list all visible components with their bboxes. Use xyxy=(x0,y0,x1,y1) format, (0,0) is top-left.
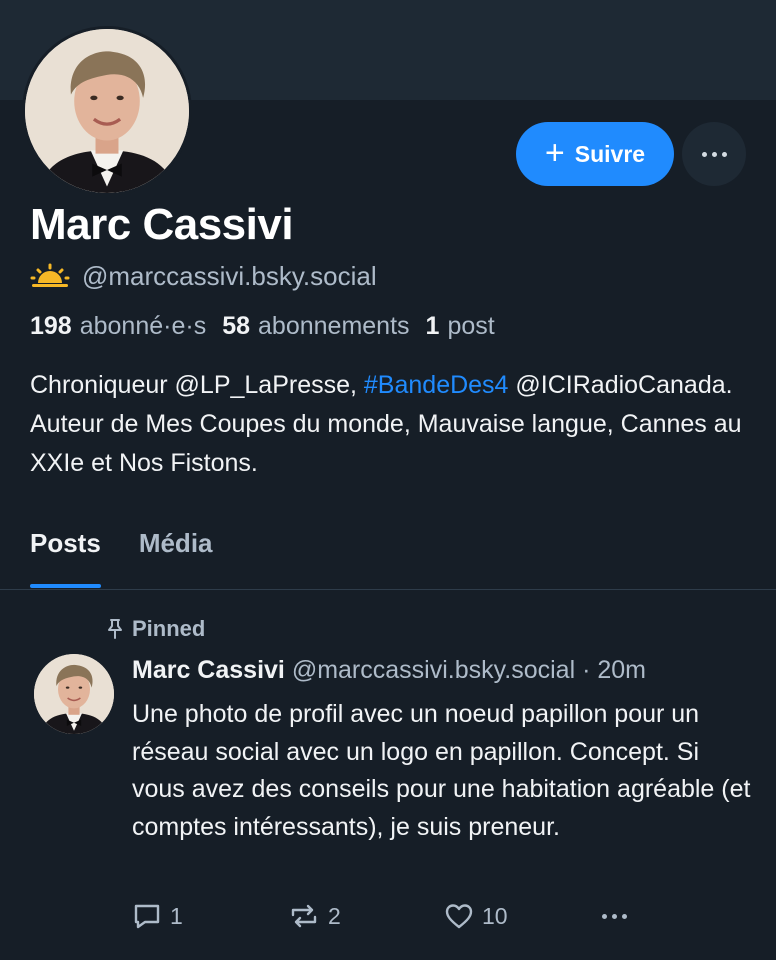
post-more-button[interactable] xyxy=(602,896,627,936)
post-meta-separator: · xyxy=(575,656,598,684)
repost-count: 2 xyxy=(328,902,341,929)
sun-icon xyxy=(30,263,70,287)
post-header: Marc Cassivi @marccassivi.bsky.social · … xyxy=(132,656,646,685)
posts-stat: 1 post xyxy=(426,312,495,341)
like-button[interactable]: 10 xyxy=(444,896,508,936)
follow-button[interactable]: + Suivre xyxy=(516,122,674,186)
followers-stat[interactable]: 198 abonné·e·s xyxy=(30,312,206,341)
post-actions: 1 2 10 xyxy=(132,896,692,936)
pinned-label: Pinned xyxy=(132,616,206,641)
profile-avatar[interactable] xyxy=(22,26,192,196)
handle-row: @marccassivi.bsky.social xyxy=(30,258,377,294)
repost-icon xyxy=(291,904,317,928)
following-stat[interactable]: 58 abonnements xyxy=(222,312,409,341)
posts-count: 1 xyxy=(425,312,440,340)
post-text: Une photo de profil avec un noeud papill… xyxy=(132,700,751,841)
bio-hashtag-link[interactable]: #BandeDes4 xyxy=(364,371,509,399)
pin-icon xyxy=(108,619,122,639)
profile-handle: @marccassivi.bsky.social xyxy=(82,260,377,291)
profile-name: Marc Cassivi xyxy=(30,200,294,249)
following-label: abonnements xyxy=(258,312,410,340)
like-count: 10 xyxy=(482,902,508,929)
tab-divider xyxy=(0,589,776,590)
followers-count: 198 xyxy=(30,312,72,340)
post-author-handle[interactable]: @marccassivi.bsky.social xyxy=(292,656,575,684)
posts-label: post xyxy=(447,312,495,340)
follow-button-label: Suivre xyxy=(574,140,646,167)
more-options-button[interactable] xyxy=(682,122,746,186)
reply-icon xyxy=(134,904,160,929)
post-author-name[interactable]: Marc Cassivi xyxy=(132,656,285,684)
following-count: 58 xyxy=(222,312,251,340)
plus-icon: + xyxy=(544,133,565,172)
like-icon xyxy=(445,904,473,929)
pinned-indicator: Pinned xyxy=(106,616,205,642)
more-icon xyxy=(701,151,727,157)
more-icon xyxy=(602,913,627,919)
profile-tabs: Posts Média xyxy=(30,528,213,588)
profile-bio: Chroniqueur @LP_LaPresse, #BandeDes4 @IC… xyxy=(30,366,760,483)
reply-button[interactable]: 1 xyxy=(132,896,183,936)
post-author-avatar[interactable] xyxy=(34,654,114,734)
repost-button[interactable]: 2 xyxy=(288,896,341,936)
tab-posts[interactable]: Posts xyxy=(30,528,101,588)
post-timestamp[interactable]: 20m xyxy=(597,656,646,684)
bio-text-1: Chroniqueur @LP_LaPresse, xyxy=(30,371,364,399)
profile-stats: 198 abonné·e·s 58 abonnements 1 post xyxy=(30,312,511,341)
reply-count: 1 xyxy=(170,902,183,929)
followers-label: abonné·e·s xyxy=(79,312,207,340)
tab-media[interactable]: Média xyxy=(139,528,213,588)
